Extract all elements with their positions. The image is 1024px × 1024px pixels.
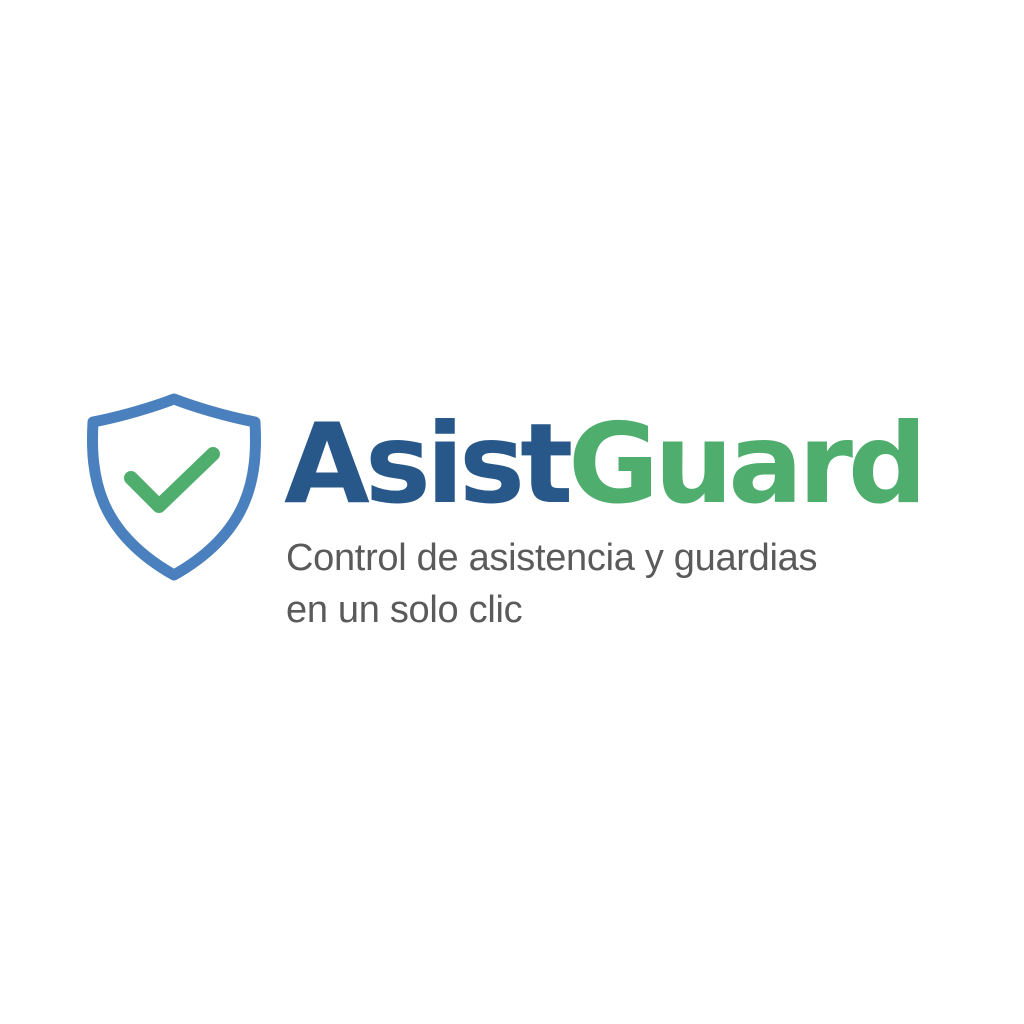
shield-check-icon — [84, 392, 264, 584]
tagline-line-2: en un solo clic — [286, 589, 523, 631]
brand-name: AsistGuard — [284, 400, 927, 530]
brand-name-guard: Guard — [568, 400, 927, 529]
brand-name-asist: Asist — [284, 400, 573, 529]
tagline-line-1: Control de asistencia y guardias — [286, 537, 818, 579]
tagline: Control de asistencia y guardias en un s… — [286, 532, 986, 636]
logo-canvas: AsistGuard Control de asistencia y guard… — [0, 0, 1024, 1024]
